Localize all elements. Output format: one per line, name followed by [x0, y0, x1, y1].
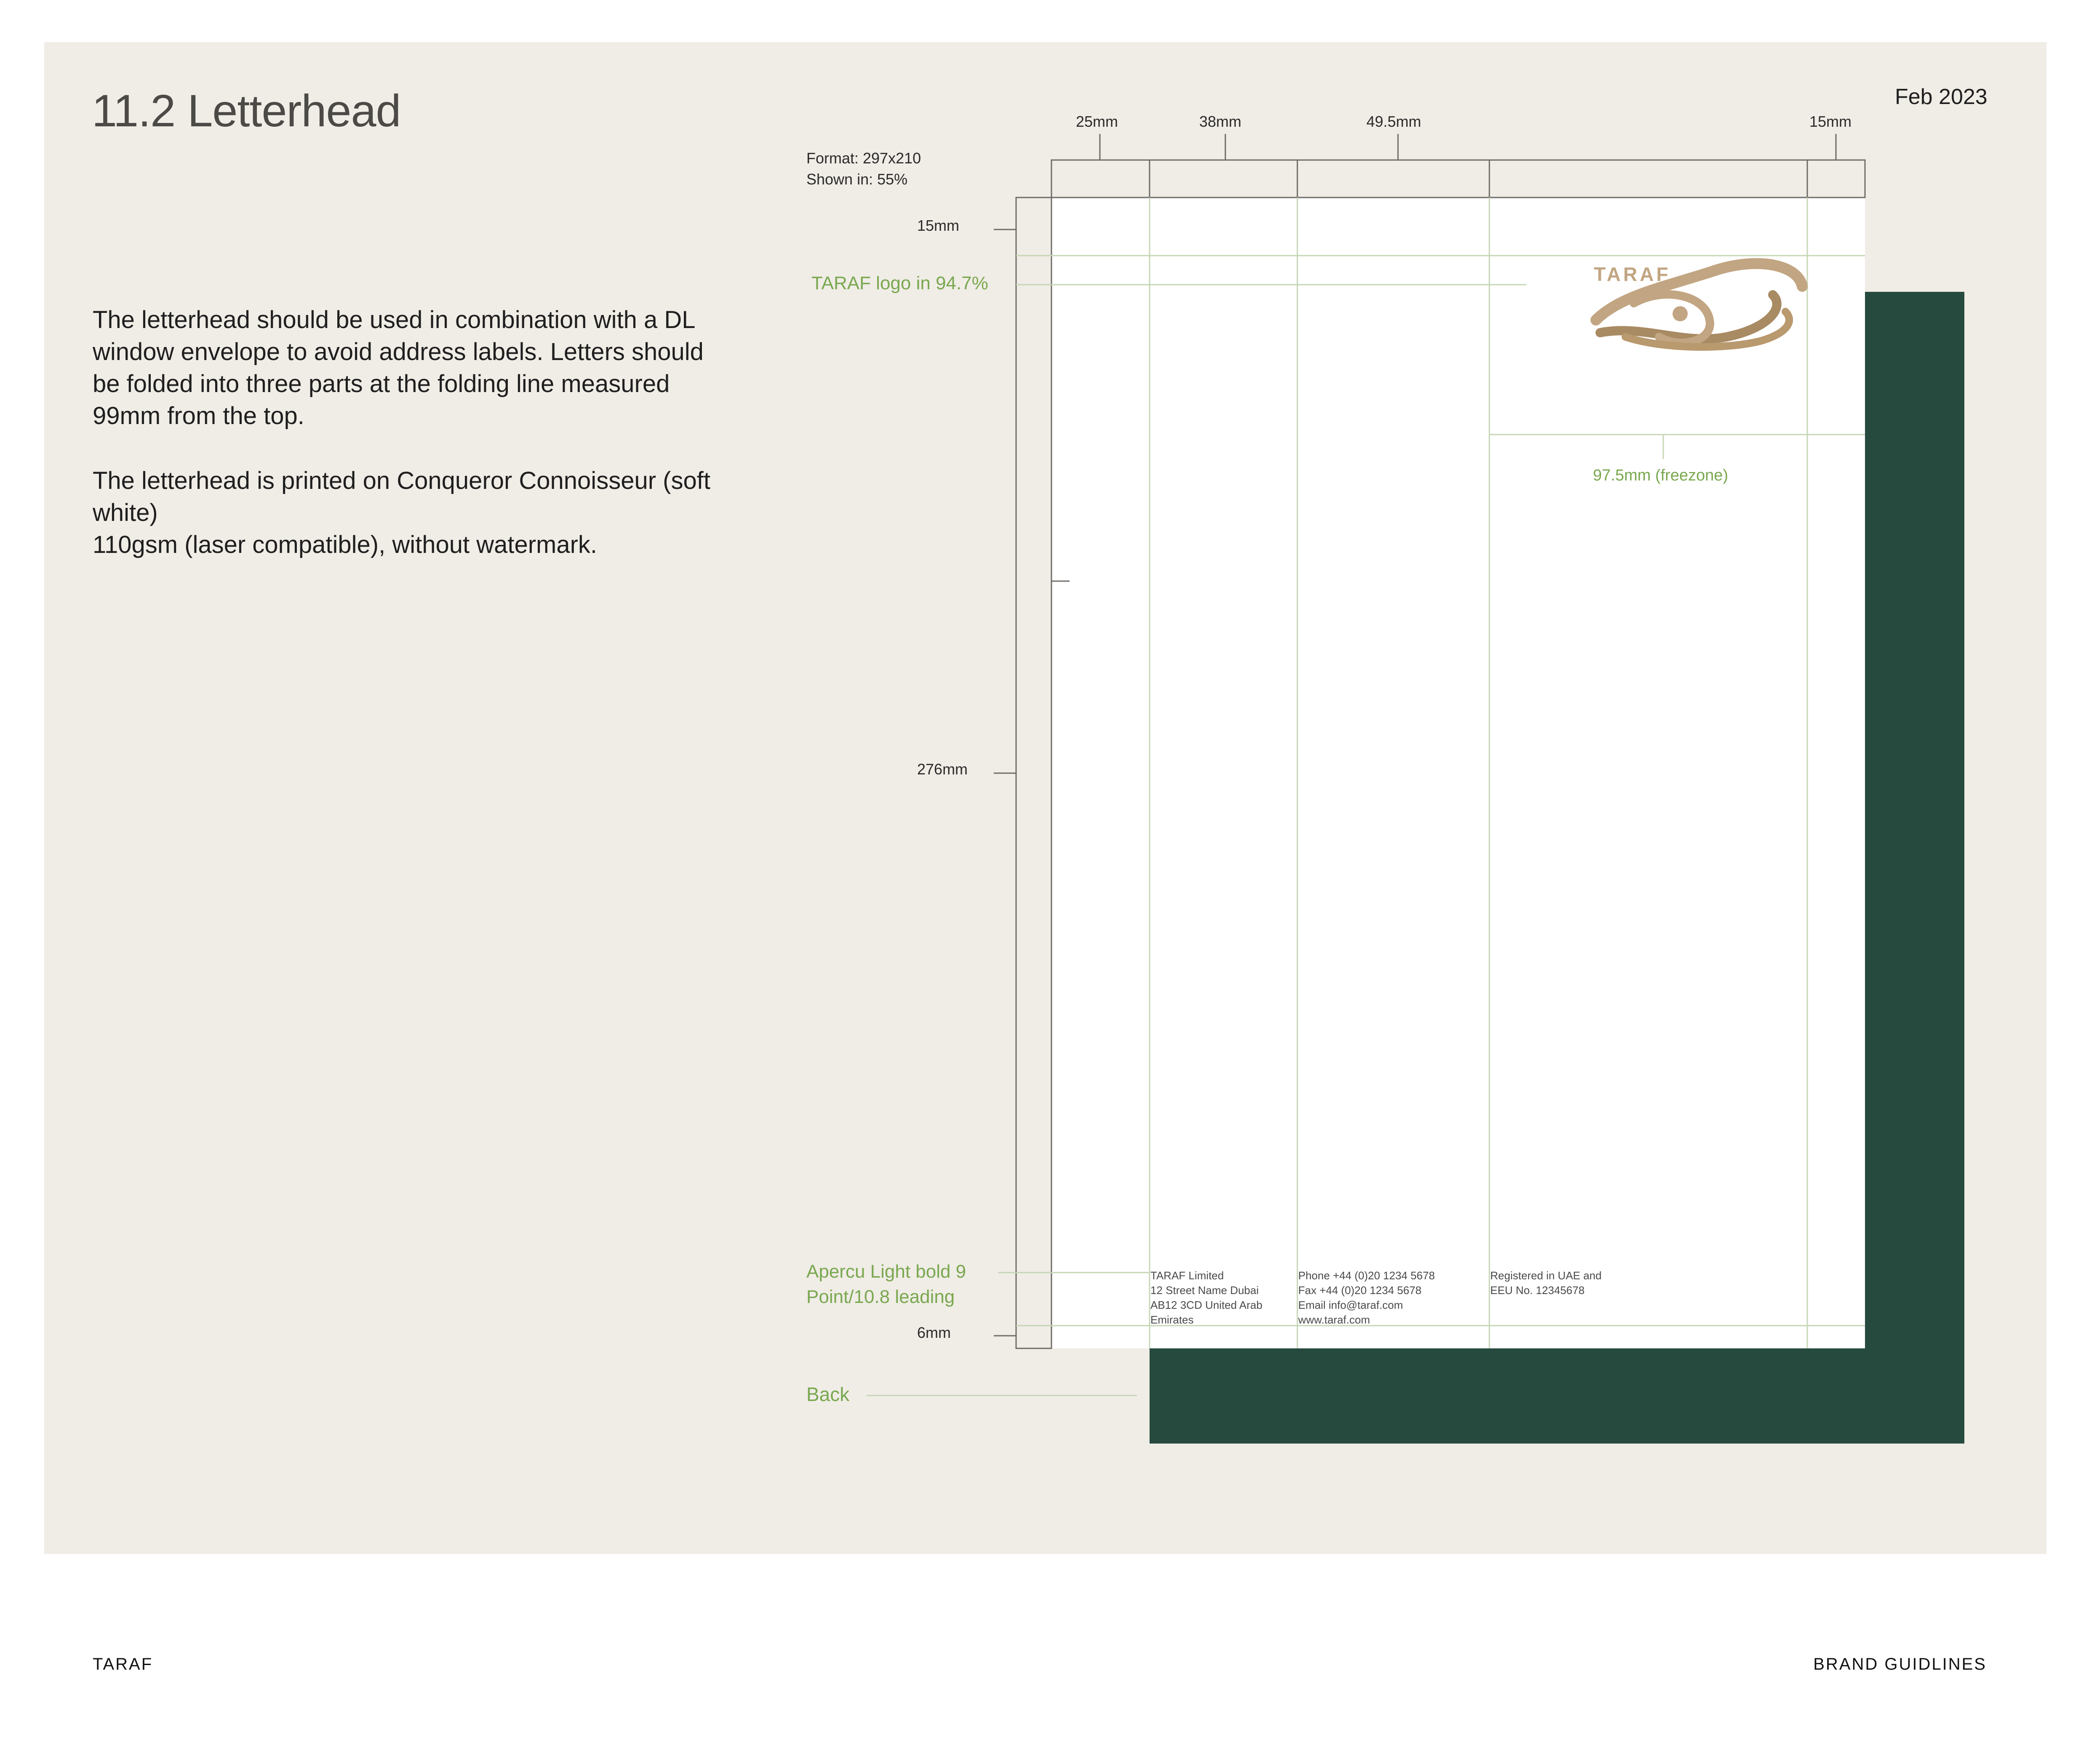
column-width-label-3: 49.5mm — [1366, 113, 1422, 130]
footer-registration-line: Registered in UAE and — [1490, 1269, 1602, 1282]
back-label: Back — [806, 1383, 850, 1405]
height-label: 276mm — [917, 761, 968, 778]
freezone-label: 97.5mm (freezone) — [1593, 467, 1729, 484]
logo-scale-note: TARAF logo in 94.7% — [811, 273, 988, 294]
top-margin-label: 15mm — [917, 217, 960, 234]
letterhead-footer-contact: Phone +44 (0)20 1234 5678 Fax +44 (0)20 … — [1298, 1268, 1483, 1327]
column-width-label-2: 38mm — [1199, 113, 1242, 130]
footer-address-line: TARAF Limited — [1150, 1269, 1224, 1282]
footer-contact-line: Phone +44 (0)20 1234 5678 — [1298, 1269, 1435, 1282]
column-width-label-1: 25mm — [1076, 113, 1118, 130]
footer-registration-line: EEU No. 12345678 — [1490, 1284, 1585, 1297]
measurement-guides — [867, 134, 1866, 1396]
footer-section: BRAND GUIDLINES — [1813, 1655, 1987, 1673]
footer-brand: TARAF — [93, 1655, 153, 1673]
footer-address-line: Emirates — [1150, 1313, 1194, 1326]
column-width-label-4: 15mm — [1809, 113, 1852, 130]
taraf-logo-wordmark: TARAF — [1594, 263, 1671, 285]
font-note-line-2: Point/10.8 leading — [806, 1286, 955, 1307]
font-note-line-1: Apercu Light bold 9 — [806, 1261, 966, 1282]
footer-contact-line: www.taraf.com — [1298, 1313, 1370, 1326]
format-label: Format: 297x210 — [806, 149, 921, 167]
footer-contact-line: Fax +44 (0)20 1234 5678 — [1298, 1284, 1422, 1297]
letterhead-footer-address: TARAF Limited 12 Street Name Dubai AB12 … — [1150, 1268, 1294, 1327]
letterhead-footer-registration: Registered in UAE and EEU No. 12345678 — [1490, 1268, 1659, 1298]
shown-scale-label: Shown in: 55% — [806, 171, 908, 188]
bottom-margin-label: 6mm — [917, 1324, 951, 1341]
footer-contact-line: Email info@taraf.com — [1298, 1299, 1403, 1311]
footer-address-line: 12 Street Name Dubai — [1150, 1284, 1259, 1297]
footer-address-line: AB12 3CD United Arab — [1150, 1299, 1262, 1311]
